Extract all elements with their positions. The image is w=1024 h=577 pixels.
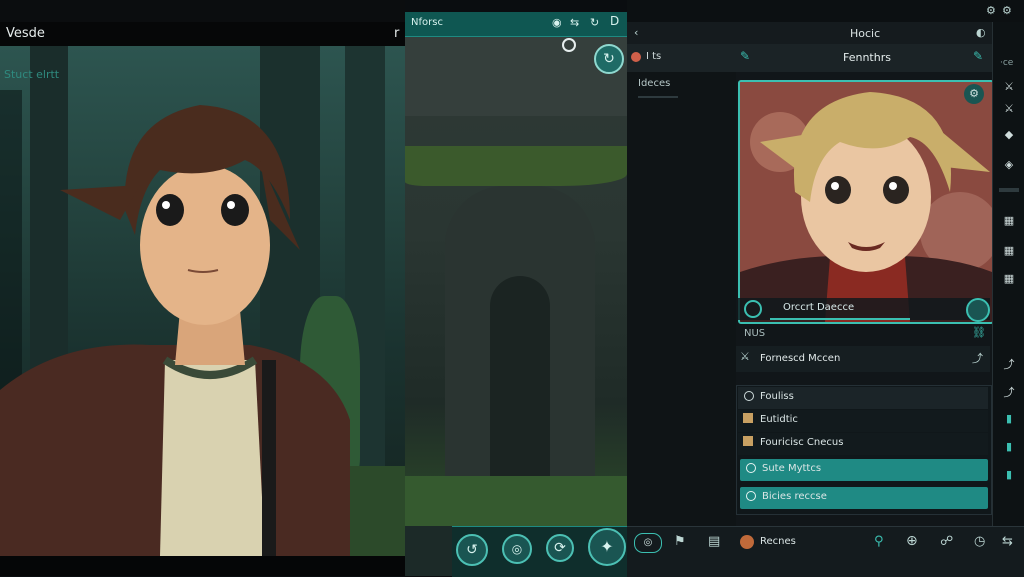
right-header xyxy=(627,44,992,72)
list-item-label: Fouliss xyxy=(760,391,794,402)
list-item[interactable]: Fouliss xyxy=(738,387,988,409)
audio-icon[interactable]: ◉ xyxy=(552,16,562,29)
settings-icon[interactable]: ⚙ xyxy=(1002,4,1012,17)
share-icon[interactable]: ⇆ xyxy=(570,16,579,29)
list-item-icon xyxy=(746,491,756,501)
replay-button[interactable]: ↺ xyxy=(456,534,488,566)
sidebar-icon-11[interactable]: ▮ xyxy=(999,440,1019,454)
chat-icon[interactable]: ◎ xyxy=(634,533,662,553)
app-avatar-icon xyxy=(631,52,641,62)
list-item-icon xyxy=(743,413,753,423)
header-left-label: I ts xyxy=(646,51,662,62)
right-left-column xyxy=(627,72,736,526)
notification-icon[interactable]: ⚙ xyxy=(986,4,996,17)
refresh-fab-button[interactable]: ↻ xyxy=(594,44,624,74)
bottom-toolbar-label: Recnes xyxy=(760,536,796,547)
sync-button[interactable]: ⟳ xyxy=(546,534,574,562)
toggle-icon[interactable]: ◐ xyxy=(976,26,986,39)
ruins-scene xyxy=(405,36,627,526)
left-bottom-bar xyxy=(0,556,405,576)
nav-title: Hocic xyxy=(850,27,881,40)
expand-icon[interactable]: ⤴ xyxy=(972,350,983,366)
sidebar-icon-10[interactable]: ▮ xyxy=(999,412,1019,426)
left-column-label: Ideces xyxy=(638,78,671,89)
map-button[interactable]: ◎ xyxy=(502,534,532,564)
sidebar-icon-3[interactable]: ◆ xyxy=(999,128,1019,142)
sidebar-icon-6[interactable]: ▦ xyxy=(999,244,1019,258)
edit-icon[interactable]: ✎ xyxy=(740,49,750,63)
sidebar-icon-5[interactable]: ▦ xyxy=(999,214,1019,228)
portrait-caption-bar xyxy=(738,298,990,320)
middle-window-title: Nforsc xyxy=(411,17,443,28)
portrait-card[interactable] xyxy=(738,80,994,324)
list-item-icon xyxy=(743,436,753,446)
record-indicator-icon xyxy=(562,38,576,52)
list-item-highlighted[interactable]: Bicies reccse xyxy=(740,487,988,509)
sidebar-icon-8[interactable]: ⤴ xyxy=(999,356,1019,371)
list-item-label: Fouricisc Cnecus xyxy=(760,437,844,448)
portrait-caption: Orccrt Daecce xyxy=(783,302,855,313)
pin-icon[interactable]: ⚲ xyxy=(874,534,884,549)
left-column-divider xyxy=(638,96,678,98)
sidebar-icon-2[interactable]: ⚔ xyxy=(999,102,1019,116)
section-link-icon[interactable]: ⛓ xyxy=(972,326,986,339)
section-label: NUS xyxy=(744,328,766,339)
list-item-label: Eutidtic xyxy=(760,414,798,425)
right-top-strip xyxy=(627,0,1024,22)
sidebar-label: ·ce xyxy=(1000,58,1014,68)
left-window-title: Vesde xyxy=(6,26,45,41)
bottom-toolbar xyxy=(627,526,1024,577)
play-icon[interactable] xyxy=(744,300,762,318)
sidebar-icon-7[interactable]: ▦ xyxy=(999,272,1019,286)
pen-icon[interactable]: ✎ xyxy=(973,49,983,63)
list-item[interactable]: Eutidtic xyxy=(738,410,988,432)
sidebar-icon-9[interactable]: ⤴ xyxy=(999,384,1019,399)
list-item-icon xyxy=(744,391,754,401)
portrait-illustration xyxy=(740,82,992,322)
refresh-icon[interactable]: ↻ xyxy=(590,16,599,29)
bookmark-icon[interactable]: ▤ xyxy=(708,534,720,549)
compass-button[interactable]: ✦ xyxy=(588,528,626,566)
back-icon[interactable]: ‹ xyxy=(634,26,638,39)
list-item-highlighted[interactable]: Sute Myttcs xyxy=(740,459,988,481)
left-title-bar xyxy=(0,22,405,46)
left-title-bar-right: r xyxy=(394,26,400,41)
tag-icon[interactable]: ⚑ xyxy=(674,534,686,549)
character-portrait-illustration xyxy=(0,105,350,556)
header-title: Fennthrs xyxy=(843,51,891,64)
profile-avatar[interactable] xyxy=(740,535,754,549)
right-nav-bar xyxy=(627,22,992,44)
group-icon[interactable]: ☍ xyxy=(940,534,953,549)
globe-icon[interactable]: ⊕ xyxy=(906,533,918,549)
sidebar-icon-4[interactable]: ◈ xyxy=(999,158,1019,172)
list-item-label: Bicies reccse xyxy=(762,491,827,502)
portrait-progress-bar xyxy=(770,318,910,320)
list-item[interactable]: Fouricisc Cnecus xyxy=(738,433,988,455)
list-item-label: Sute Myttcs xyxy=(762,463,822,474)
card-action-button[interactable] xyxy=(966,298,990,322)
more-icon[interactable]: ⇆ xyxy=(1002,534,1013,549)
sidebar-icon-1[interactable]: ⚔ xyxy=(999,80,1019,94)
help-icon[interactable]: ◷ xyxy=(974,534,985,549)
middle-header-right: D xyxy=(610,14,620,28)
sidebar-divider xyxy=(999,188,1019,192)
list-item-icon xyxy=(746,463,756,473)
sidebar-icon-12[interactable]: ▮ xyxy=(999,468,1019,482)
card-menu-icon[interactable]: ⚙ xyxy=(964,84,984,104)
section-header-icon: ⚔ xyxy=(740,350,750,363)
section-header: Fornescd Mccen xyxy=(760,353,841,364)
